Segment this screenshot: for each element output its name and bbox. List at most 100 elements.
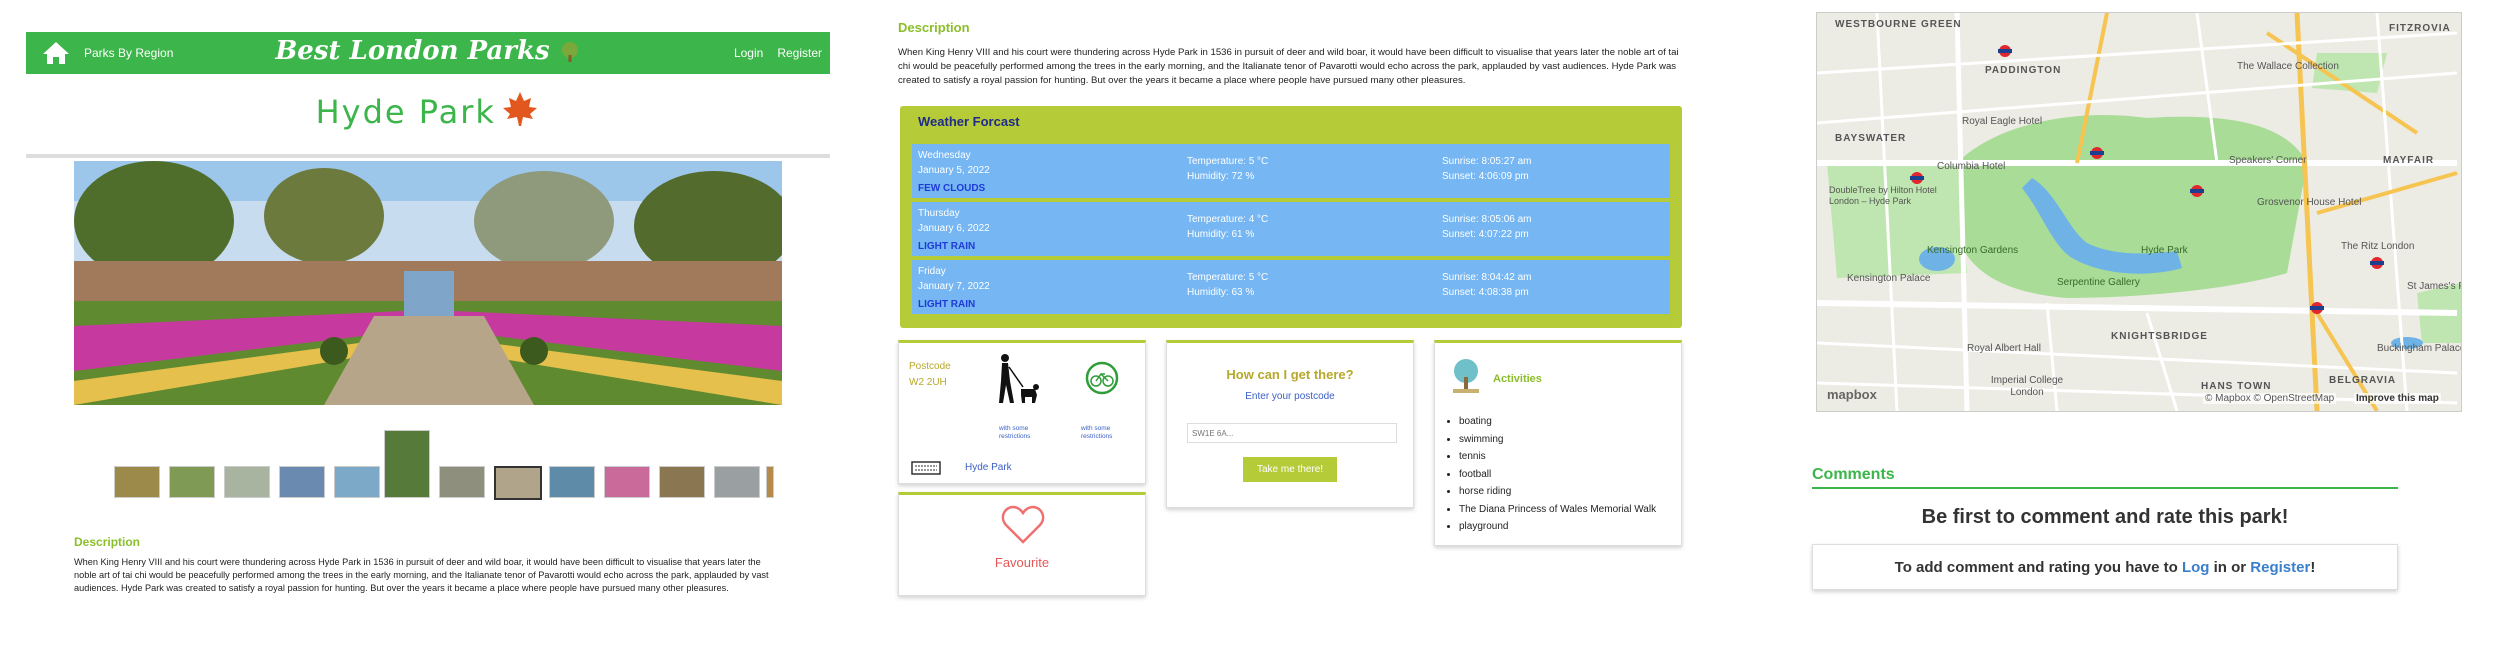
thumbnail[interactable] xyxy=(334,466,380,498)
weather-condition: LIGHT RAIN xyxy=(918,299,976,310)
map-label: Serpentine Gallery xyxy=(2057,277,2140,288)
map-label: Hyde Park xyxy=(2141,245,2188,256)
map-canvas[interactable] xyxy=(1817,13,2461,411)
activity-item: tennis xyxy=(1459,448,1656,466)
activity-item: boating xyxy=(1459,413,1656,431)
thumbnail[interactable] xyxy=(604,466,650,498)
login-link[interactable]: Log xyxy=(2182,559,2210,576)
park-name-link[interactable]: Hyde Park xyxy=(965,462,1012,473)
description-title: Description xyxy=(74,535,141,549)
activity-item: The Diana Princess of Wales Memorial Wal… xyxy=(1459,501,1656,519)
weather-day: Wednesday xyxy=(918,150,971,161)
thumbnail[interactable] xyxy=(384,430,430,498)
weather-condition: FEW CLOUDS xyxy=(918,183,986,194)
cycling-restrictions: with some restrictions xyxy=(1081,425,1113,440)
register-link[interactable]: Register xyxy=(2250,559,2310,576)
postcode-input[interactable] xyxy=(1187,423,1397,443)
comments-title: Comments xyxy=(1812,466,1895,483)
park-title: Hyde Park xyxy=(315,93,496,131)
heart-icon[interactable] xyxy=(1001,505,1045,545)
map-label: WESTBOURNE GREEN xyxy=(1835,19,1962,30)
weather-date: January 6, 2022 xyxy=(918,223,990,234)
bicycle-icon xyxy=(1085,361,1119,395)
weather-temperature: Temperature: 5 °C xyxy=(1187,156,1269,167)
weather-temperature: Temperature: 5 °C xyxy=(1187,272,1269,283)
map-label: Speakers' Corner xyxy=(2229,155,2307,166)
weather-forecast: Weather Forcast Wednesday January 5, 2022… xyxy=(900,106,1682,328)
map-label: Grosvenor House Hotel xyxy=(2257,197,2362,208)
activities-card: Activities boating swimming tennis footb… xyxy=(1434,340,1682,546)
tree-icon xyxy=(561,42,578,62)
nav-login[interactable]: Login xyxy=(734,46,763,60)
map-attribution[interactable]: © Mapbox © OpenStreetMap xyxy=(2203,393,2337,404)
maple-leaf-icon xyxy=(503,92,538,126)
weather-date: January 5, 2022 xyxy=(918,165,990,176)
thumbnail[interactable] xyxy=(494,466,542,500)
map-label: Royal Eagle Hotel xyxy=(1962,116,2043,127)
map-label: BELGRAVIA xyxy=(2329,375,2397,386)
thumbnail[interactable] xyxy=(439,466,485,498)
thumbnail[interactable] xyxy=(549,466,595,498)
map-label: Imperial College London xyxy=(1990,375,2064,398)
navbar: Parks By Region Best London Parks Login … xyxy=(26,32,830,74)
activity-item: playground xyxy=(1459,518,1656,536)
weather-row: Friday January 7, 2022 LIGHT RAIN Tempera… xyxy=(910,258,1672,316)
thumbnail[interactable] xyxy=(114,466,160,498)
weather-sunset: Sunset: 4:08:38 pm xyxy=(1442,287,1529,298)
postcode-value: W2 2UH xyxy=(909,377,947,388)
mapbox-logo[interactable]: mapbox xyxy=(1827,387,1877,402)
directions-card: How can I get there? Enter your postcode… xyxy=(1166,340,1414,508)
login-prompt-mid: in or xyxy=(2213,559,2247,576)
improve-map-link[interactable]: Improve this map xyxy=(2354,393,2441,404)
brand-title[interactable]: Best London Parks xyxy=(26,36,830,66)
keyboard-icon xyxy=(911,461,941,475)
activity-item: football xyxy=(1459,466,1656,484)
map-label: Columbia Hotel xyxy=(1937,161,2006,172)
map-label: Buckingham Palace xyxy=(2377,343,2462,354)
dog-walking-icon xyxy=(999,354,1039,403)
dogs-restrictions: with some restrictions xyxy=(999,425,1031,440)
activity-item: swimming xyxy=(1459,431,1656,449)
park-info-card: Postcode W2 2UH with some restrictions w… xyxy=(898,340,1146,484)
weather-condition: LIGHT RAIN xyxy=(918,241,976,252)
login-prompt-box: To add comment and rating you have to Lo… xyxy=(1812,544,2398,590)
take-me-there-button[interactable]: Take me there! xyxy=(1243,457,1338,482)
weather-temperature: Temperature: 4 °C xyxy=(1187,214,1269,225)
description-text: When King Henry VIII and his court were … xyxy=(898,47,1679,86)
favourite-card[interactable]: Favourite xyxy=(898,492,1146,596)
comments-divider xyxy=(1812,487,2398,489)
weather-humidity: Humidity: 63 % xyxy=(1187,287,1255,298)
nav-register[interactable]: Register xyxy=(777,46,822,60)
map-label: Royal Albert Hall xyxy=(1967,343,2041,354)
park-map[interactable]: WESTBOURNE GREEN FITZROVIA PADDINGTON Th… xyxy=(1816,12,2462,412)
map-label: The Wallace Collection xyxy=(2237,61,2339,72)
thumbnail[interactable] xyxy=(714,466,760,498)
activities-icon xyxy=(1453,359,1479,393)
map-label: FITZROVIA xyxy=(2389,23,2451,34)
map-label: KNIGHTSBRIDGE xyxy=(2111,331,2208,342)
login-prompt-suffix: ! xyxy=(2310,559,2316,576)
map-label: DoubleTree by Hilton Hotel London – Hyde… xyxy=(1829,185,1937,206)
weather-title: Weather Forcast xyxy=(918,114,1020,129)
map-label: St James's Pa xyxy=(2407,281,2461,292)
postcode-label: Postcode xyxy=(909,361,951,372)
map-label: HANS TOWN xyxy=(2201,381,2272,392)
weather-sunrise: Sunrise: 8:05:06 am xyxy=(1442,214,1532,225)
weather-sunrise: Sunrise: 8:05:27 am xyxy=(1442,156,1532,167)
weather-sunrise: Sunrise: 8:04:42 am xyxy=(1442,272,1532,283)
thumbnail[interactable] xyxy=(659,466,705,498)
activities-title: Activities xyxy=(1493,373,1542,385)
map-label: MAYFAIR xyxy=(2383,155,2435,166)
park-hero-image xyxy=(74,161,782,405)
thumbnail[interactable] xyxy=(169,466,215,498)
description-text: When King Henry VIII and his court were … xyxy=(74,557,769,593)
park-header: Hyde Park xyxy=(26,76,830,158)
weather-row: Thursday January 6, 2022 LIGHT RAIN Tempe… xyxy=(910,200,1672,258)
thumbnail[interactable] xyxy=(766,466,774,498)
thumbnail[interactable] xyxy=(279,466,325,498)
favourite-label: Favourite xyxy=(994,555,1050,570)
activities-list: boating swimming tennis football horse r… xyxy=(1445,413,1656,536)
activity-item: horse riding xyxy=(1459,483,1656,501)
thumbnail[interactable] xyxy=(224,466,270,498)
weather-humidity: Humidity: 72 % xyxy=(1187,171,1255,182)
